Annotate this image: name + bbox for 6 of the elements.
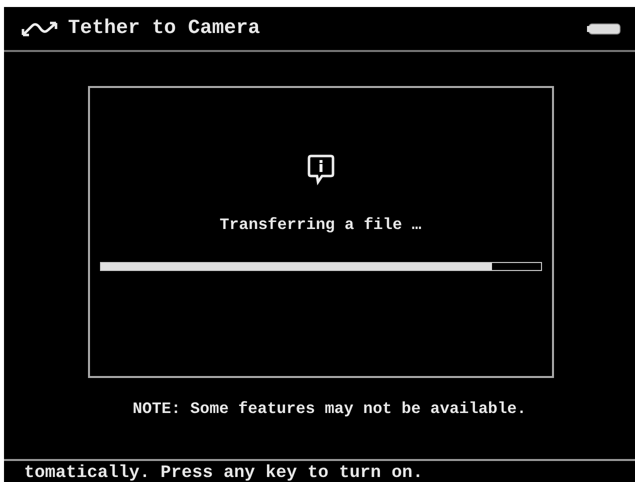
screen-title: Tether to Camera (68, 17, 262, 40)
note-text: NOTE: Some features may not be available. (132, 400, 526, 418)
status-bar: tomatically. Press any key to turn on. (4, 459, 635, 482)
status-message: Transferring a file … (220, 216, 422, 234)
info-bubble-icon (306, 154, 334, 186)
battery-icon (587, 22, 621, 34)
